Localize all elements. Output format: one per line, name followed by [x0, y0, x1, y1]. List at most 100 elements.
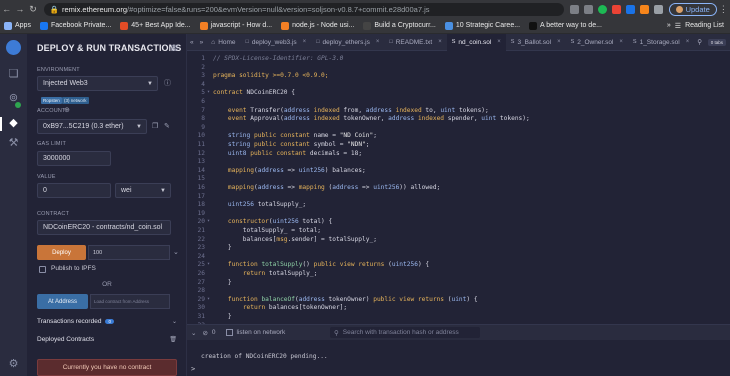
collapse-terminal-icon[interactable]: ⌄	[191, 329, 196, 337]
line-number: 24	[197, 252, 205, 260]
terminal-search[interactable]: ⚲ Search with transaction hash or addres…	[330, 327, 480, 338]
info-icon[interactable]: ⓘ	[164, 78, 171, 88]
tab-deploy-ethers-js[interactable]: □ deploy_ethers.js ×	[311, 34, 384, 51]
file-icon: S	[451, 39, 456, 45]
line-number: 23	[197, 244, 205, 252]
forward-arrow-icon[interactable]: →	[13, 4, 26, 14]
plugin-icon[interactable]: ⚒	[7, 137, 20, 150]
account-select[interactable]: 0xB97...5C219 (0.3 ether) ▼	[37, 119, 147, 134]
tab-deploy-web3-js[interactable]: □ deploy_web3.js ×	[241, 34, 312, 51]
clear-terminal-icon[interactable]: ⊘	[202, 329, 207, 337]
value-input[interactable]: 0	[37, 183, 111, 198]
chevron-right-icon[interactable]: »	[667, 22, 671, 29]
bookmark-item[interactable]: javascript - How d...	[199, 21, 272, 30]
tab-count-pill[interactable]: 0 tabs	[707, 38, 726, 46]
tab-home[interactable]: ⌂ Home	[206, 34, 240, 51]
account-value: 0xB97...5C219 (0.3 ether)	[43, 123, 124, 130]
update-button[interactable]: Update	[668, 2, 717, 16]
at-address-button[interactable]: At Address	[37, 294, 88, 309]
reading-list-link[interactable]: Reading List	[685, 22, 724, 29]
unit-select[interactable]: wei ▼	[115, 183, 171, 198]
trash-icon[interactable]: 🗑	[169, 336, 177, 343]
listen-checkbox[interactable]	[225, 329, 233, 336]
chevron-down-icon[interactable]: ⌄	[173, 248, 179, 256]
file-explorer-icon[interactable]: ❏	[7, 68, 20, 81]
deploy-button[interactable]: Deploy	[37, 245, 86, 260]
line-number: 17	[197, 192, 205, 200]
environment-select[interactable]: Injected Web3 ▼	[37, 76, 158, 91]
code-line: 4	[187, 81, 730, 90]
bookmark-item[interactable]: A better way to de...	[529, 21, 602, 30]
close-icon[interactable]: ×	[303, 39, 307, 45]
close-icon[interactable]: ×	[557, 39, 561, 45]
bookmark-item[interactable]: 45+ Best App Ide...	[120, 21, 191, 30]
terminal-prompt[interactable]: >	[191, 365, 195, 373]
line-number: 31	[197, 313, 205, 320]
fold-gutter	[207, 193, 213, 202]
line-number: 7	[201, 106, 205, 114]
deployed-contracts-row: Deployed Contracts 🗑	[37, 336, 177, 343]
code-text: return totalSupply_;	[242, 270, 318, 277]
terminal-toolbar: ⌄ ⊘ 0 listen on network ⚲ Search with tr…	[187, 324, 730, 340]
add-account-icon[interactable]: ⊕	[64, 106, 70, 114]
chevron-down-icon: ▼	[136, 123, 142, 130]
extension-blue-icon[interactable]	[625, 4, 635, 14]
publish-ipfs-checkbox[interactable]	[39, 266, 46, 273]
tab-3-ballot-sol[interactable]: S 3_Ballot.sol ×	[506, 34, 566, 51]
close-icon[interactable]: ×	[438, 39, 442, 45]
close-icon[interactable]: ×	[686, 39, 690, 45]
fold-gutter	[207, 287, 213, 296]
fold-gutter	[207, 210, 213, 219]
close-icon[interactable]: ×	[376, 39, 380, 45]
copy-icon[interactable]: ❐	[152, 122, 158, 130]
bookmark-item[interactable]: Build a Cryptocurr...	[363, 21, 436, 30]
back-arrow-icon[interactable]: ←	[0, 4, 13, 14]
search-icon[interactable]: ⚲	[694, 34, 705, 51]
close-icon[interactable]: ×	[497, 39, 501, 45]
or-divider: OR	[102, 281, 112, 288]
puzzle-icon[interactable]	[653, 4, 663, 14]
settings-gear-icon[interactable]: ⚙	[7, 358, 20, 371]
kebab-menu-icon[interactable]: ⋮	[717, 4, 730, 15]
contract-select[interactable]: NDCoinERC20 - contracts/nd_coin.sol	[37, 220, 171, 235]
code-text: }	[213, 278, 232, 286]
close-icon[interactable]: ×	[619, 39, 623, 45]
bookmark-item[interactable]: 10 Strategic Caree...	[444, 21, 520, 30]
scroll-left-icon[interactable]: «	[187, 34, 197, 51]
edit-icon[interactable]: ✎	[164, 122, 170, 130]
file-icon: S	[510, 39, 515, 45]
terminal-output: creation of NDCoinERC20 pending...	[201, 353, 328, 360]
code-line: 15	[187, 175, 730, 184]
unit-value: wei	[121, 187, 132, 194]
at-address-input[interactable]: Load contract from Address	[90, 294, 170, 309]
code-line: 29 ▾ function balanceOf(address tokenOwne…	[187, 296, 730, 305]
star-icon[interactable]	[583, 4, 593, 14]
reload-icon[interactable]: ↻	[26, 4, 39, 15]
network-badge-detail: (3) network	[62, 97, 89, 104]
fold-gutter	[207, 98, 213, 107]
panel-docs-icon[interactable]: ▧	[170, 43, 178, 52]
remix-logo-icon[interactable]	[6, 40, 21, 55]
code-line: 5 ▾ contract NDCoinERC20 {	[187, 89, 730, 98]
gas-limit-input[interactable]: 3000000	[37, 151, 111, 166]
tab-1-storage-sol[interactable]: S 1_Storage.sol ×	[628, 34, 694, 51]
share-icon[interactable]	[569, 4, 579, 14]
extension-green-icon[interactable]	[597, 4, 607, 14]
code-editor[interactable]: 1 // SPDX-License-Identifier: GPL-3.0 2 3 pr…	[187, 51, 730, 349]
tab-readme-txt[interactable]: □ README.txt ×	[384, 34, 446, 51]
bookmark-item[interactable]: node.js - Node usi...	[281, 21, 354, 30]
tab-2-owner-sol[interactable]: S 2_Owner.sol ×	[566, 34, 628, 51]
line-number: 30	[197, 304, 205, 312]
deploy-args-input[interactable]: 100	[88, 245, 170, 260]
metamask-icon[interactable]	[639, 4, 649, 14]
scroll-right-icon[interactable]: »	[197, 34, 207, 51]
bookmark-item[interactable]: Apps	[4, 21, 31, 30]
transactions-recorded-row[interactable]: Transactions recorded 0 ⌄	[37, 318, 177, 325]
url-bar[interactable]: 🔒 remix.ethereum.org/#optimize=false&run…	[43, 2, 564, 16]
gmail-icon[interactable]	[611, 4, 621, 14]
bookmark-item[interactable]: Facebook Private...	[39, 21, 111, 30]
code-line: 30 return balances[tokenOwner];	[187, 304, 730, 313]
tab-nd-coin-sol[interactable]: Snd_coin.sol ×	[446, 33, 506, 51]
deploy-run-icon[interactable]: ◆	[7, 117, 20, 130]
value-label: VALUE	[37, 174, 56, 180]
